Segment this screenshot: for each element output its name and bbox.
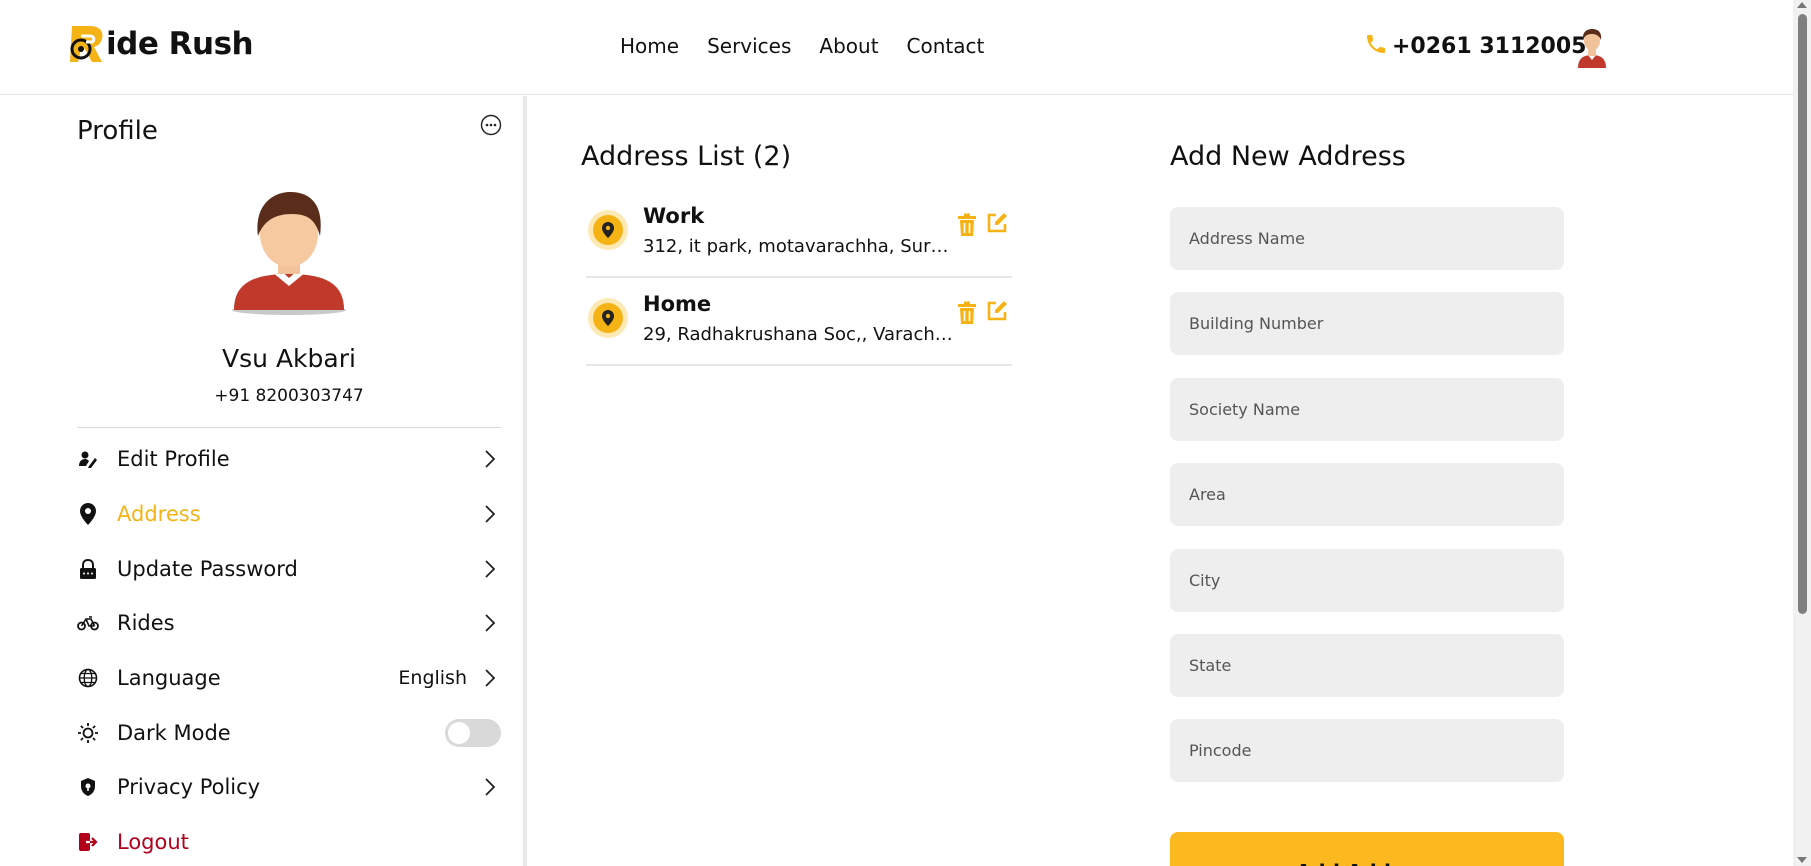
nav-about[interactable]: About: [819, 34, 878, 58]
menu-item-rides[interactable]: Rides: [77, 596, 501, 651]
menu-label-privacy-policy: Privacy Policy: [117, 775, 261, 800]
chevron-right-icon: [483, 449, 497, 469]
nav-home[interactable]: Home: [620, 34, 679, 58]
address-item[interactable]: Home 29, Radhakrushana Soc,, Varachha, S…: [586, 278, 1012, 366]
add-address-button[interactable]: Add Address: [1170, 832, 1564, 866]
nav-services[interactable]: Services: [707, 34, 791, 58]
pincode-input[interactable]: [1170, 719, 1564, 783]
address-name-input[interactable]: [1170, 207, 1564, 270]
menu-label-rides: Rides: [117, 611, 175, 636]
area-input[interactable]: [1170, 463, 1564, 527]
user-name: Vsu Akbari: [222, 344, 356, 373]
user-phone: +91 8200303747: [214, 386, 364, 406]
menu-label-dark-mode: Dark Mode: [117, 720, 231, 745]
top-header: ide Rush Home Services About Contact +02…: [0, 0, 1793, 95]
user-avatar-icon[interactable]: [1574, 26, 1610, 68]
page-scrollbar[interactable]: [1793, 0, 1811, 866]
city-input[interactable]: [1170, 548, 1564, 612]
logo[interactable]: ide Rush: [68, 24, 254, 64]
phone-number: +0261 3112005: [1392, 33, 1587, 59]
society-name-input[interactable]: [1170, 377, 1564, 441]
menu-label-language: Language: [117, 666, 221, 691]
chevron-right-icon: [483, 504, 497, 524]
location-pin-icon: [588, 298, 628, 338]
nav-contact[interactable]: Contact: [907, 34, 985, 58]
location-pin-icon: [588, 210, 628, 250]
menu-item-privacy-policy[interactable]: Privacy Policy: [77, 760, 501, 815]
address-name: Home: [643, 292, 712, 316]
menu-item-language[interactable]: Language English: [77, 651, 501, 706]
sun-icon: [77, 722, 99, 744]
state-input[interactable]: [1170, 633, 1564, 697]
profile-avatar: [230, 186, 348, 316]
edit-pencil-icon[interactable]: [986, 300, 1008, 322]
logout-icon: [77, 831, 99, 853]
building-number-input[interactable]: [1170, 292, 1564, 356]
phone-contact[interactable]: +0261 3112005: [1364, 32, 1586, 60]
scroll-up-arrow-icon[interactable]: [1797, 2, 1807, 8]
main-nav: Home Services About Contact: [620, 34, 984, 58]
menu-item-update-password[interactable]: Update Password: [77, 541, 501, 596]
add-address-form: [1170, 207, 1564, 805]
language-value: English: [398, 667, 467, 690]
address-list-title: Address List (2): [581, 141, 792, 172]
address-line: 312, it park, motavarachha, Surat, Gujar…: [643, 236, 953, 257]
address-item[interactable]: Work 312, it park, motavarachha, Surat, …: [586, 190, 1012, 278]
profile-sidebar: Profile Vsu Akbari +91 8200303747 Edit P…: [0, 96, 527, 866]
logo-mark-icon: [68, 24, 106, 64]
toggle-knob: [448, 721, 470, 744]
menu-item-dark-mode: Dark Mode: [77, 705, 501, 760]
menu-item-address[interactable]: Address: [77, 487, 501, 542]
shield-icon: [77, 776, 99, 798]
menu-label-address: Address: [117, 502, 201, 527]
profile-menu: Edit Profile Address Update Password Rid…: [77, 432, 501, 866]
chevron-right-icon: [483, 668, 497, 688]
logo-text: ide Rush: [106, 26, 254, 62]
menu-label-edit-profile: Edit Profile: [117, 447, 230, 472]
add-address-title: Add New Address: [1170, 141, 1406, 172]
edit-pencil-icon[interactable]: [986, 212, 1008, 234]
delete-trash-icon[interactable]: [956, 301, 978, 325]
menu-item-edit-profile[interactable]: Edit Profile: [77, 432, 501, 487]
dark-mode-toggle[interactable]: [445, 718, 501, 747]
profile-title: Profile: [77, 116, 158, 146]
lock-icon: [77, 558, 99, 580]
bike-icon: [77, 612, 99, 634]
divider: [77, 427, 501, 428]
address-name: Work: [643, 204, 705, 228]
menu-label-logout: Logout: [117, 830, 189, 855]
scroll-down-arrow-icon[interactable]: [1797, 857, 1807, 863]
globe-icon: [77, 667, 99, 689]
menu-item-logout[interactable]: Logout: [77, 815, 501, 866]
scroll-thumb[interactable]: [1798, 14, 1807, 614]
menu-label-update-password: Update Password: [117, 556, 298, 581]
more-options-icon[interactable]: [480, 114, 502, 136]
phone-icon: [1364, 32, 1388, 60]
address-list: Work 312, it park, motavarachha, Surat, …: [586, 190, 1012, 366]
chevron-right-icon: [483, 777, 497, 797]
chevron-right-icon: [483, 559, 497, 579]
user-edit-icon: [77, 448, 99, 470]
chevron-right-icon: [483, 613, 497, 633]
location-pin-icon: [77, 503, 99, 526]
address-line: 29, Radhakrushana Soc,, Varachha, Surat: [643, 324, 953, 345]
delete-trash-icon[interactable]: [956, 213, 978, 237]
